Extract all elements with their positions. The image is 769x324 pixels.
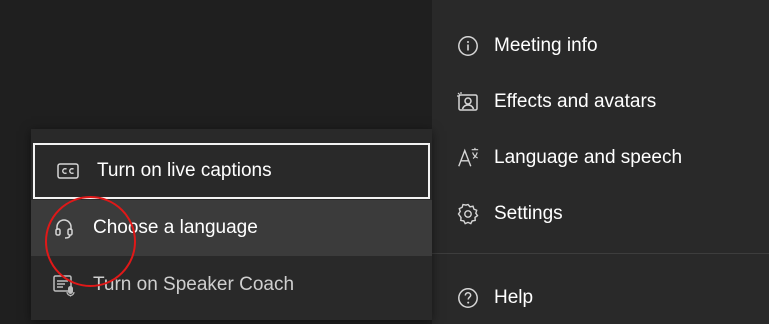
submenu-item-label: Choose a language [93,217,258,238]
submenu-item-label: Turn on Speaker Coach [93,274,295,295]
menu-item-label: Settings [494,203,563,224]
menu-item-label: Language and speech [494,147,683,168]
menu-item-label: Effects and avatars [494,91,657,112]
effects-avatar-icon [456,90,480,114]
submenu-item-speaker-coach[interactable]: Turn on Speaker Coach [31,257,432,313]
menu-item-effects-and-avatars[interactable]: Effects and avatars [432,78,769,126]
speaker-coach-icon [51,272,77,298]
closed-captions-icon [55,158,81,184]
language-and-speech-submenu: Turn on live captions Choose a language … [31,129,432,320]
menu-item-label: Help [494,287,534,308]
language-icon [456,146,480,170]
menu-item-meeting-info[interactable]: Meeting info [432,22,769,70]
menu-item-settings[interactable]: Settings [432,190,769,238]
help-icon [456,286,480,310]
headset-icon [51,215,77,241]
submenu-item-live-captions[interactable]: Turn on live captions [33,143,430,199]
menu-item-help[interactable]: Help [432,274,769,322]
menu-item-label: Meeting info [494,35,598,56]
more-actions-menu: Meeting info Effects and avatars Languag… [432,0,769,324]
submenu-item-choose-language[interactable]: Choose a language [31,200,432,256]
gear-icon [456,202,480,226]
info-icon [456,34,480,58]
menu-item-language-and-speech[interactable]: Language and speech [432,134,769,182]
menu-divider [432,253,769,254]
submenu-item-label: Turn on live captions [97,160,272,181]
